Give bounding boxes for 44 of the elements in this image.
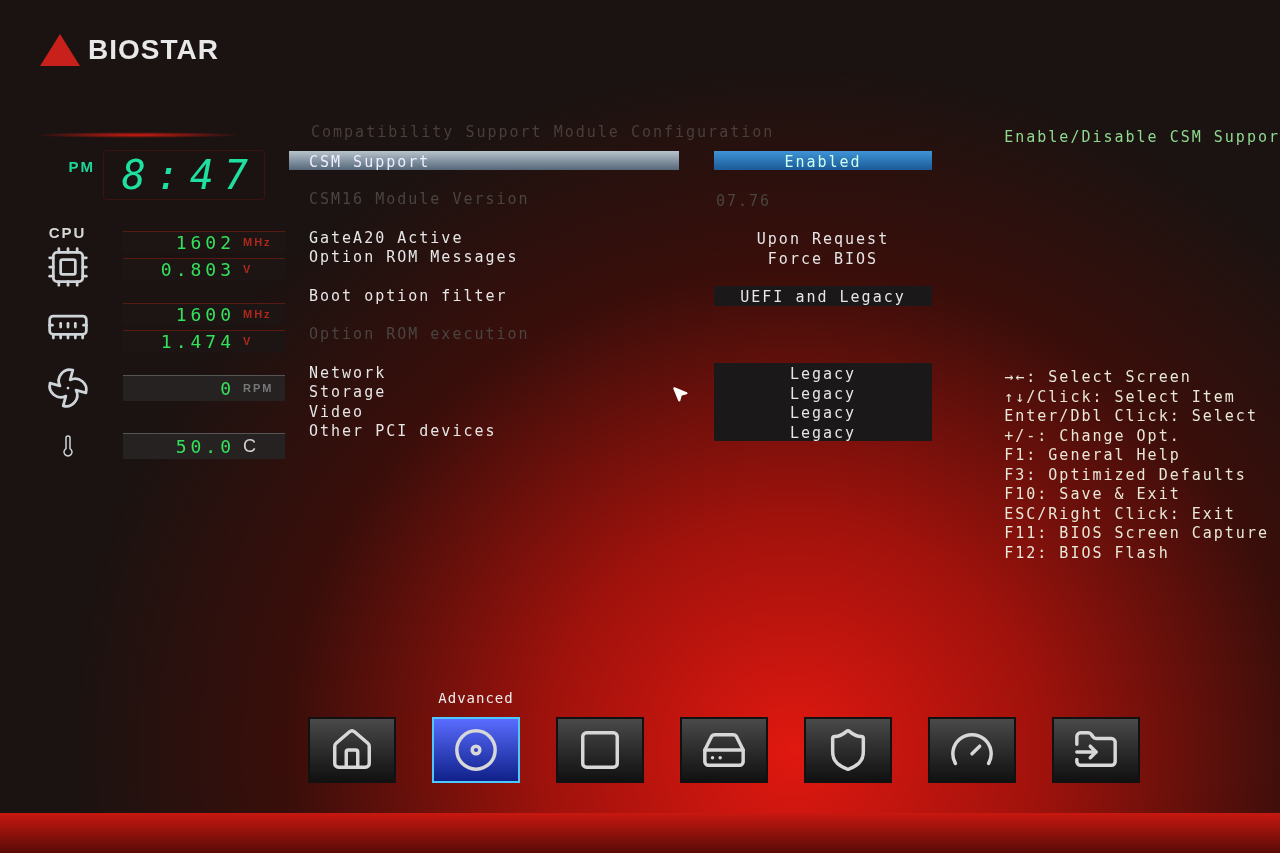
key-hint: ESC/Right Click: Exit bbox=[1004, 503, 1237, 522]
setting-label[interactable]: GateA20 Active bbox=[289, 226, 679, 249]
setting-value[interactable]: Legacy bbox=[714, 363, 932, 383]
clock-time: 8:47 bbox=[103, 150, 265, 200]
help-text: Enable/Disable CSM Suppor bbox=[1004, 127, 1280, 148]
nav-tab[interactable] bbox=[928, 717, 1016, 783]
tab-label: Advanced bbox=[438, 689, 514, 708]
sensor-reading: 0 RPM bbox=[123, 374, 285, 401]
key-hint: F1: General Help bbox=[1004, 445, 1182, 464]
nav-tab[interactable] bbox=[556, 717, 644, 783]
setting-value[interactable]: UEFI and Legacy bbox=[714, 286, 932, 306]
mouse-cursor-icon bbox=[671, 385, 689, 403]
nav-tab[interactable] bbox=[680, 717, 768, 783]
sensor-reading: 1600 MHz bbox=[123, 302, 285, 325]
setting-value[interactable]: Force BIOS bbox=[714, 247, 932, 267]
setting-label[interactable]: Boot option filter bbox=[289, 284, 679, 307]
key-hint: ↑↓/Click: Select Item bbox=[1004, 386, 1237, 405]
nav-tab[interactable] bbox=[432, 717, 520, 783]
key-hint: Enter/Dbl Click: Select bbox=[1004, 406, 1259, 425]
brand-logo: BIOSTAR bbox=[88, 33, 219, 67]
key-hint: F11: BIOS Screen Capture bbox=[1004, 523, 1270, 542]
key-hint: →←: Select Screen bbox=[1004, 367, 1193, 386]
nav-tab[interactable] bbox=[1052, 717, 1140, 783]
setting-value[interactable]: Legacy bbox=[714, 421, 932, 441]
sensor-label: CPU bbox=[48, 223, 87, 243]
setting-value[interactable]: Enabled bbox=[714, 151, 932, 171]
sensor-reading: 50.0 C bbox=[123, 432, 285, 459]
key-hint: +/-: Change Opt. bbox=[1004, 425, 1182, 444]
nav-tab[interactable] bbox=[308, 717, 396, 783]
key-hint: F3: Optimized Defaults bbox=[1004, 464, 1248, 483]
key-hint: F10: Save & Exit bbox=[1004, 484, 1182, 503]
triangle-logo-icon bbox=[40, 34, 80, 66]
setting-value[interactable]: Legacy bbox=[714, 382, 932, 402]
nav-tab[interactable] bbox=[804, 717, 892, 783]
setting-label[interactable]: Other PCI devices bbox=[289, 420, 679, 443]
sensor-reading: 1.474 V bbox=[123, 329, 285, 352]
setting-label[interactable]: Video bbox=[289, 400, 679, 423]
setting-value[interactable]: Upon Request bbox=[714, 228, 932, 248]
clock-period: PM bbox=[67, 157, 95, 177]
sensor-reading: 0.803 V bbox=[123, 257, 285, 280]
setting-label[interactable]: Network bbox=[289, 361, 679, 384]
key-hint: F12: BIOS Flash bbox=[1004, 542, 1171, 561]
setting-label[interactable]: Option ROM Messages bbox=[289, 246, 679, 269]
setting-value[interactable]: Legacy bbox=[714, 402, 932, 422]
